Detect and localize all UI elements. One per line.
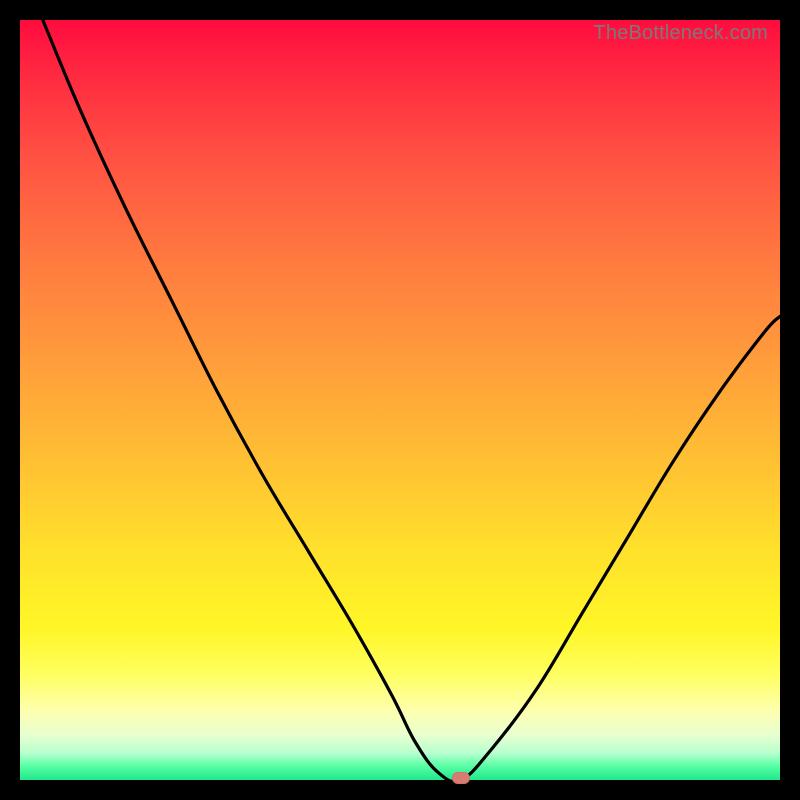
- plot-area: TheBottleneck.com: [20, 20, 780, 780]
- chart-frame: TheBottleneck.com: [0, 0, 800, 800]
- bottleneck-curve: [20, 20, 780, 780]
- optimal-point-marker: [452, 772, 470, 784]
